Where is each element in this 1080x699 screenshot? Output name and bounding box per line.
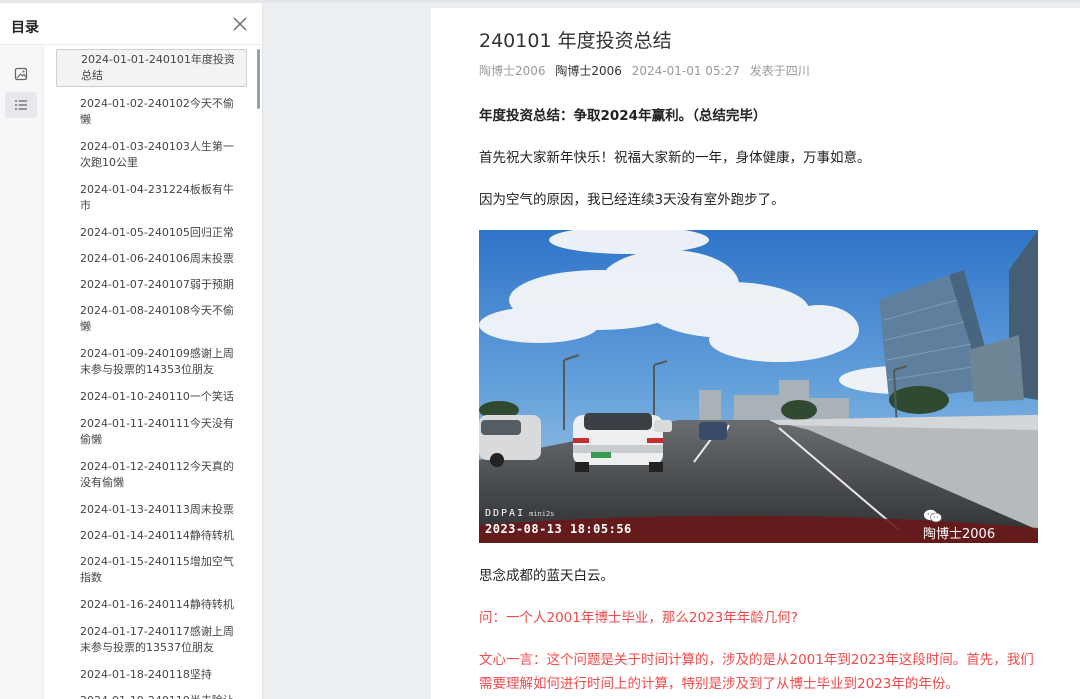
toc-item[interactable]: 2024-01-15-240115增加空气指数 bbox=[56, 552, 247, 588]
photo-timestamp: 2023-08-13 18:05:56 bbox=[485, 522, 632, 536]
toc-panel: 目录 2024-01-01-240101年度投资总结 2024-01-02-24… bbox=[0, 3, 263, 699]
photo-caption: 思念成都的蓝天白云。 bbox=[479, 568, 614, 584]
close-icon[interactable] bbox=[229, 13, 251, 35]
toc-item[interactable]: 2024-01-05-240105回归正常 bbox=[56, 223, 247, 243]
article-photo[interactable]: DDPAI mini2s 2023-08-13 18:05:56 陶博士2006 bbox=[479, 230, 1038, 543]
question-text: 问：一个人2001年博士毕业，那么2023年年龄几何? bbox=[479, 610, 798, 626]
toc-item[interactable]: 2024-01-02-240102今天不偷懒 bbox=[56, 94, 247, 130]
paragraph: 因为空气的原因，我已经连续3天没有室外跑步了。 bbox=[479, 192, 785, 208]
camera-brand: DDPAI mini2s bbox=[485, 508, 555, 519]
view-rail bbox=[0, 45, 44, 699]
toc-item[interactable]: 2024-01-11-240111今天没有偷懒 bbox=[56, 414, 247, 450]
toc-item[interactable]: 2024-01-13-240113周末投票 bbox=[56, 500, 247, 520]
toc-item[interactable]: 2024-01-16-240114静待转机 bbox=[56, 595, 247, 615]
article-meta: 陶博士2006 陶博士2006 2024-01-01 05:27 发表于四川 bbox=[479, 62, 816, 79]
toc-item[interactable]: 2024-01-01-240101年度投资总结 bbox=[56, 49, 247, 87]
account-name: 陶博士2006 bbox=[479, 64, 546, 78]
toc-item[interactable]: 2024-01-09-240109感谢上周末参与投票的14353位朋友 bbox=[56, 344, 247, 380]
wechat-icon bbox=[924, 509, 942, 523]
image-icon bbox=[14, 67, 28, 81]
toc-item[interactable]: 2024-01-08-240108今天不偷懒 bbox=[56, 301, 247, 337]
toc-list: 2024-01-01-240101年度投资总结 2024-01-02-24010… bbox=[44, 45, 263, 699]
answer-text: 文心一言：这个问题是关于时间计算的，涉及的是从2001年到2023年这段时间。首… bbox=[479, 652, 1034, 692]
image-view-button[interactable] bbox=[5, 61, 37, 87]
dashcam-photo bbox=[479, 230, 1038, 543]
toc-item[interactable]: 2024-01-19-240119半去除让 bbox=[56, 691, 247, 699]
article-title: 240101 年度投资总结 bbox=[479, 30, 672, 52]
photo-watermark: 陶博士2006 bbox=[923, 509, 995, 542]
list-icon bbox=[15, 100, 27, 110]
toc-scrollbar[interactable] bbox=[257, 49, 260, 109]
toc-item[interactable]: 2024-01-04-231224板板有牛市 bbox=[56, 180, 247, 216]
list-view-button[interactable] bbox=[5, 92, 37, 118]
toc-item[interactable]: 2024-01-07-240107弱于预期 bbox=[56, 275, 247, 295]
summary-heading: 年度投资总结：争取2024年赢利。（总结完毕） bbox=[479, 108, 767, 124]
toc-title: 目录 bbox=[11, 20, 39, 36]
article-page: 240101 年度投资总结 陶博士2006 陶博士2006 2024-01-01… bbox=[431, 8, 1080, 699]
toc-item[interactable]: 2024-01-12-240112今天真的没有偷懒 bbox=[56, 457, 247, 493]
toc-item[interactable]: 2024-01-18-240118坚持 bbox=[56, 665, 247, 685]
publish-time: 2024-01-01 05:27 bbox=[631, 64, 740, 78]
toc-item[interactable]: 2024-01-10-240110一个笑话 bbox=[56, 387, 247, 407]
toc-item[interactable]: 2024-01-14-240114静待转机 bbox=[56, 526, 247, 546]
toc-item[interactable]: 2024-01-17-240117感谢上周末参与投票的13537位朋友 bbox=[56, 622, 247, 658]
toc-item[interactable]: 2024-01-03-240103人生第一次跑10公里 bbox=[56, 137, 247, 173]
toc-header: 目录 bbox=[0, 3, 263, 45]
publish-location: 发表于四川 bbox=[749, 64, 810, 78]
paragraph: 首先祝大家新年快乐！祝福大家新的一年，身体健康，万事如意。 bbox=[479, 150, 871, 166]
author-link[interactable]: 陶博士2006 bbox=[555, 64, 622, 78]
toc-item[interactable]: 2024-01-06-240106周末投票 bbox=[56, 249, 247, 269]
